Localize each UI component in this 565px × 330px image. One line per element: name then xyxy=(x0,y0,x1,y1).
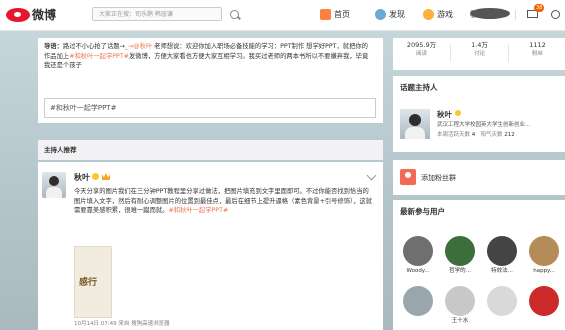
nav-game-label: 游戏 xyxy=(437,10,453,19)
guide-label: 导语： xyxy=(44,43,63,50)
feed-post: 秋叶 今天分享的图片我们在三分钟PPT教程里分享过做法，把图片填充到文字里面即可… xyxy=(38,162,383,330)
nav-divider xyxy=(515,10,516,20)
new-participants-title: 最新参与用户 xyxy=(400,207,445,216)
participant-user[interactable]: 王十水 xyxy=(440,286,480,326)
group-icon xyxy=(400,169,416,185)
topic-stats: 2095.9万 阅读 1.4万 讨论 1112 粉丝 xyxy=(393,38,565,70)
add-fans-group[interactable]: 添加粉丝群 xyxy=(393,160,565,195)
mail-badge: 38 xyxy=(534,4,545,12)
nav-game[interactable]: 游戏 xyxy=(423,8,453,22)
host-recommend-title: 主持人推荐 xyxy=(44,146,77,154)
participant-user[interactable]: 特效法... xyxy=(482,236,522,276)
compass-icon xyxy=(375,9,386,20)
guide-text-before: 路过不小心抢了话题→ xyxy=(62,43,125,50)
avatar xyxy=(529,236,559,266)
guide-hashtag[interactable]: #和秋叶一起学PPT# xyxy=(69,53,129,60)
host-recommend-header: 主持人推荐 xyxy=(38,140,383,160)
nav-home[interactable]: 首页 xyxy=(320,8,350,22)
stat-discussions: 1.4万 讨论 xyxy=(451,41,508,59)
search-input[interactable]: 大家正在搜：司乐鹊 韩寇谦 xyxy=(92,7,222,21)
stat-fans-value: 1112 xyxy=(529,41,546,49)
weibo-logo[interactable]: 微博 xyxy=(6,6,76,24)
avatar[interactable] xyxy=(400,109,430,139)
user-icon xyxy=(470,8,510,19)
post-image-text: 感行 xyxy=(79,278,98,288)
nav-discover-label: 发现 xyxy=(389,10,405,19)
host-card-title: 话题主持人 xyxy=(400,83,438,92)
stat-discussions-value: 1.4万 xyxy=(471,41,488,49)
avatar xyxy=(445,236,475,266)
host-days-value: 4 xyxy=(471,132,476,138)
participant-user[interactable]: Woody... xyxy=(398,236,438,276)
add-fans-group-label: 添加粉丝群 xyxy=(421,174,456,182)
participant-user[interactable] xyxy=(482,286,522,316)
participant-name: 特效法... xyxy=(491,268,513,274)
stat-fans: 1112 粉丝 xyxy=(509,41,565,59)
game-icon xyxy=(423,9,434,20)
verified-icon xyxy=(92,173,99,180)
participant-name: 王十水 xyxy=(451,318,469,324)
host-description: 武汉工程大学校园英大学生创新创业... xyxy=(437,122,531,128)
stat-fans-label: 粉丝 xyxy=(531,51,543,57)
participant-name: 哲学的... xyxy=(449,268,471,274)
topic-host-card: 话题主持人 秋叶 武汉工程大学校园英大学生创新创业... 本周活跃天数 4 阳气… xyxy=(393,76,565,152)
host-activity: 本周活跃天数 4 阳气天数 212 xyxy=(437,130,515,138)
search-icon[interactable] xyxy=(230,10,239,19)
host-days-label: 本周活跃天数 xyxy=(437,132,471,138)
gear-icon[interactable] xyxy=(551,10,560,19)
post-body: 今天分享的图片我们在三分钟PPT教程里分享过做法，把图片填充到文字里面即可。不过… xyxy=(74,187,374,216)
post-image[interactable]: 感行 xyxy=(74,246,112,318)
nav-profile[interactable]: 秋叶 xyxy=(470,8,510,22)
chevron-down-icon[interactable] xyxy=(366,170,377,181)
avatar xyxy=(403,236,433,266)
participant-name: Woody... xyxy=(406,268,430,274)
avatar xyxy=(487,286,517,316)
verified-icon xyxy=(455,110,461,116)
logo-text: 微博 xyxy=(32,8,57,22)
stat-reads: 2095.9万 阅读 xyxy=(393,41,450,59)
crown-icon xyxy=(102,173,110,180)
stat-reads-value: 2095.9万 xyxy=(406,41,437,49)
home-icon xyxy=(320,9,331,20)
nav-home-label: 首页 xyxy=(334,10,350,19)
stat-reads-label: 阅读 xyxy=(415,51,427,57)
guide-mention[interactable]: _→@秋叶 xyxy=(125,43,152,50)
host-name[interactable]: 秋叶 xyxy=(437,109,452,120)
post-author-name[interactable]: 秋叶 xyxy=(74,172,90,183)
avatar xyxy=(487,236,517,266)
avatar xyxy=(403,286,433,316)
new-participants: 最新参与用户 Woody... 哲学的... 特效法... happy... 王十水 xyxy=(393,200,565,330)
avatar xyxy=(445,286,475,316)
top-navigation-bar: 微博 大家正在搜：司乐鹊 韩寇谦 首页 发现 游戏 秋叶 38 xyxy=(0,0,565,31)
host-score-value: 212 xyxy=(504,132,515,138)
participant-user[interactable] xyxy=(398,286,438,316)
post-compose-input[interactable]: #和秋叶一起学PPT# xyxy=(44,98,376,118)
stat-discussions-label: 讨论 xyxy=(473,51,485,57)
host-score-label: 阳气天数 xyxy=(480,132,503,138)
topic-guide: 导语：路过不小心抢了话题→_→@秋叶 老师想说：欢迎你加入职场必备技能的学习：P… xyxy=(44,42,374,71)
post-hashtag[interactable]: #和秋叶一起学PPT# xyxy=(168,207,228,214)
avatar xyxy=(529,286,559,316)
participant-user[interactable]: happy... xyxy=(524,236,564,276)
topic-guide-card: 导语：路过不小心抢了话题→_→@秋叶 老师想说：欢迎你加入职场必备技能的学习：P… xyxy=(38,38,383,123)
avatar[interactable] xyxy=(42,172,66,198)
weibo-eye-icon xyxy=(6,8,30,22)
participant-user[interactable] xyxy=(524,286,564,316)
participant-name: happy... xyxy=(533,268,555,274)
participant-user[interactable]: 哲学的... xyxy=(440,236,480,276)
post-meta: 10月14日 07:49 来自 搜狗高速浏览器 xyxy=(74,321,170,327)
nav-discover[interactable]: 发现 xyxy=(375,8,405,22)
